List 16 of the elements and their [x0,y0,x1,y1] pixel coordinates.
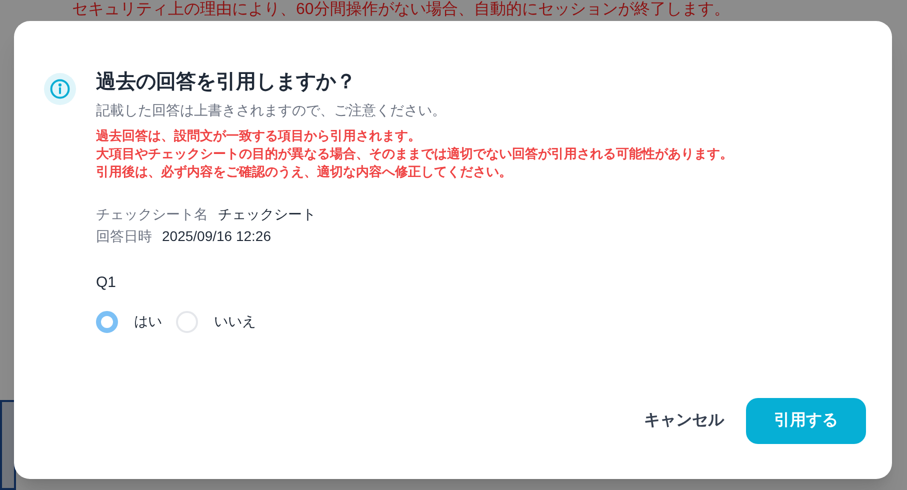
session-notice: セキュリティ上の理由により、60分間操作がない場合、自動的にセッションが終了します。 [72,1,730,18]
radio-label: いいえ [214,312,256,331]
info-icon [44,73,76,105]
warning-text: 引用後は、必ず内容をご確認のうえ、適切な内容へ修正してください。 [96,163,513,181]
radio-button[interactable] [96,310,118,332]
dialog-subtitle: 記載した回答は上書きされますので、ご注意ください。 [96,101,447,120]
cancel-button[interactable]: キャンセル [642,398,726,444]
warning-text: 大項目やチェックシートの目的が異なる場合、そのままでは適切でない回答が引用される可能性があります。 [96,145,734,163]
dialog-title: 過去の回答を引用しますか？ [96,70,357,95]
question-label: Q1 [96,273,118,293]
warning-text: 過去回答は、設問文が一致する項目から引用されます。 [96,127,422,145]
detail-label: チェックシート名 [96,205,208,224]
detail-value: チェックシート [218,205,316,224]
detail-label: 回答日時 [96,227,152,246]
radio-label: はい [134,312,162,331]
detail-value: 2025/09/16 12:26 [162,227,271,246]
